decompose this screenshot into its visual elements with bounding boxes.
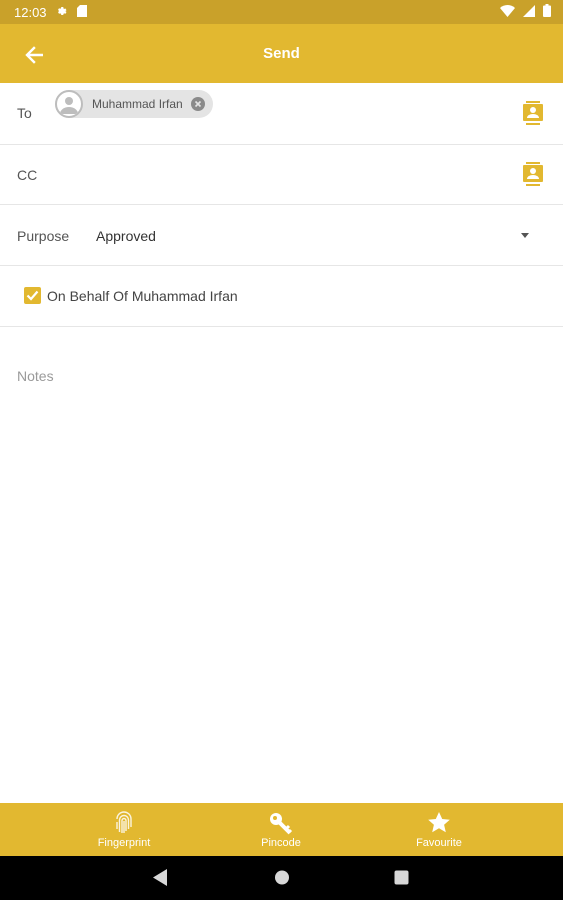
- person-icon: [60, 97, 78, 114]
- purpose-select[interactable]: Approved: [96, 228, 156, 244]
- app-bar: Send: [0, 24, 563, 83]
- purpose-label: Purpose: [17, 228, 70, 244]
- checkmark-icon: [26, 290, 39, 301]
- contacts-book-icon[interactable]: [523, 162, 543, 186]
- avatar: [55, 90, 83, 118]
- nav-favourite[interactable]: Favourite: [379, 803, 499, 856]
- nav-label: Fingerprint: [97, 836, 151, 849]
- on-behalf-checkbox[interactable]: [24, 287, 41, 304]
- star-icon: [428, 811, 450, 832]
- back-button[interactable]: [20, 41, 48, 69]
- recipient-chip[interactable]: Muhammad Irfan: [55, 90, 213, 118]
- system-nav-bar: [0, 856, 563, 900]
- to-row: To Muhammad Irfan: [0, 83, 563, 145]
- nav-pincode[interactable]: Pincode: [221, 803, 341, 856]
- cc-row: CC: [0, 145, 563, 205]
- wifi-icon: [500, 4, 515, 20]
- status-bar: 12:03: [0, 0, 563, 24]
- nav-fingerprint[interactable]: Fingerprint: [64, 803, 184, 856]
- back-triangle-icon[interactable]: [153, 869, 168, 886]
- sd-card-icon: [76, 4, 87, 20]
- bottom-nav: Fingerprint Pincode Favourite: [0, 803, 563, 856]
- settings-icon: [56, 5, 68, 20]
- to-label: To: [17, 105, 32, 121]
- nav-label: Favourite: [416, 836, 462, 849]
- cell-signal-icon: [523, 4, 535, 20]
- home-circle-icon[interactable]: [274, 869, 290, 886]
- status-time: 12:03: [14, 4, 47, 20]
- notes-placeholder: Notes: [17, 368, 54, 384]
- battery-icon: [543, 4, 551, 20]
- arrow-left-icon: [25, 46, 43, 64]
- notes-field[interactable]: Notes: [17, 368, 547, 788]
- on-behalf-label: On Behalf Of Muhammad Irfan: [47, 288, 238, 304]
- chip-label: Muhammad Irfan: [92, 97, 183, 111]
- contacts-book-icon[interactable]: [523, 101, 543, 125]
- key-icon: [270, 812, 293, 834]
- nav-label: Pincode: [261, 836, 301, 849]
- fingerprint-icon: [116, 810, 132, 833]
- recents-square-icon[interactable]: [394, 869, 409, 886]
- page-title: Send: [263, 45, 300, 62]
- dropdown-arrow-icon[interactable]: [521, 233, 529, 238]
- purpose-row[interactable]: Purpose Approved: [0, 205, 563, 266]
- remove-chip-icon[interactable]: [190, 97, 205, 111]
- cc-label: CC: [17, 167, 38, 183]
